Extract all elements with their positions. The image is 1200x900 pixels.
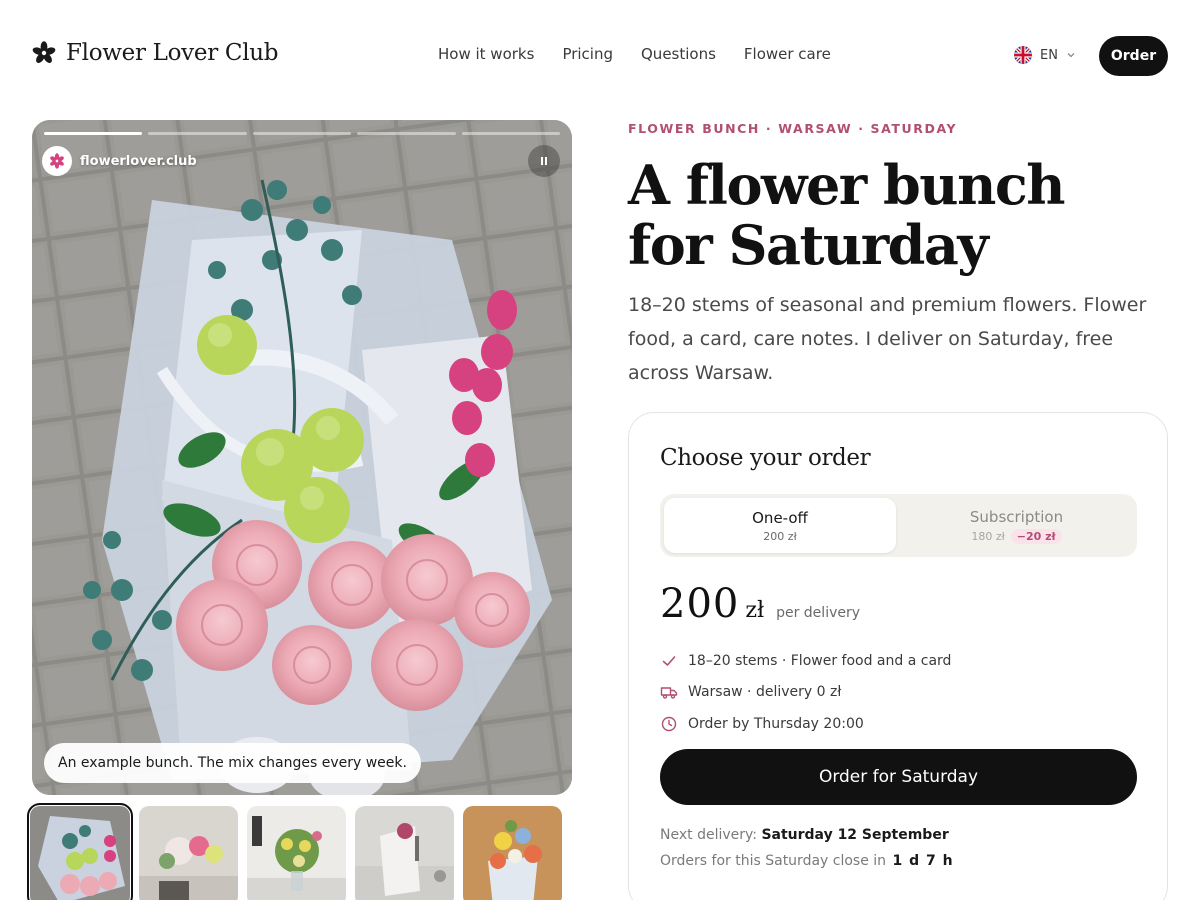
- language-label: EN: [1040, 47, 1058, 63]
- option-price: 200 zł: [763, 530, 796, 543]
- order-type-toggle: One-off 200 zł Subscription 180 zł −20 z…: [660, 494, 1137, 557]
- truck-icon: [660, 687, 678, 699]
- brand-name: Flower Lover Club: [66, 40, 279, 66]
- option-label: Subscription: [969, 507, 1064, 526]
- order-deadline-countdown: 1 d 7 h: [892, 853, 954, 869]
- next-delivery-label: Next delivery:: [660, 827, 757, 843]
- feature-item: Order by Thursday 20:00: [660, 708, 951, 740]
- feature-list: 18–20 stems · Flower food and a card War…: [660, 645, 951, 740]
- thumbnail-1[interactable]: [27, 803, 133, 900]
- price-unit: per delivery: [776, 605, 861, 621]
- title-line-2: for Saturday: [628, 213, 989, 277]
- pause-icon: [545, 157, 547, 165]
- next-delivery-date: Saturday 12 September: [761, 827, 949, 843]
- site-header: Flower Lover Club How it works Pricing Q…: [0, 0, 1200, 112]
- header-order-button[interactable]: Order: [1099, 36, 1168, 76]
- price-display: 200 zł per delivery: [660, 581, 860, 627]
- thumbnail-strip: [27, 803, 562, 900]
- option-price: 180 zł −20 zł: [971, 528, 1062, 544]
- price-amount: 200: [660, 581, 740, 627]
- story-segment-fill: [44, 132, 143, 135]
- title-line-1: A flower bunch: [628, 153, 1065, 217]
- avatar: [42, 146, 72, 176]
- feature-item: 18–20 stems · Flower food and a card: [660, 645, 951, 677]
- thumbnail-image: [247, 806, 346, 900]
- thumbnail-image: [30, 806, 130, 900]
- order-deadline-label: Orders for this Saturday close in: [660, 853, 887, 869]
- bouquet-photo: [32, 120, 572, 795]
- hero-image[interactable]: flowerlover.club An example bunch. The m…: [32, 120, 572, 795]
- feature-text: 18–20 stems · Flower food and a card: [688, 652, 952, 669]
- nav-questions[interactable]: Questions: [641, 45, 716, 63]
- clock-icon: [661, 716, 677, 731]
- order-card-title: Choose your order: [660, 445, 871, 471]
- flower-logo-icon: [32, 41, 56, 63]
- thumbnail-3[interactable]: [247, 806, 346, 900]
- story-segment: [357, 132, 456, 135]
- pause-icon: [541, 157, 543, 165]
- product-eyebrow: FLOWER BUNCH · WARSAW · SATURDAY: [628, 121, 958, 136]
- chevron-down-icon: [1067, 53, 1075, 58]
- story-segment: [252, 132, 352, 135]
- price-currency: zł: [745, 598, 765, 623]
- account-handle-label: flowerlover.club: [80, 153, 197, 169]
- feature-text: Order by Thursday 20:00: [688, 715, 864, 732]
- thumbnail-2[interactable]: [139, 806, 238, 900]
- thumbnail-image: [139, 806, 238, 900]
- option-subscription[interactable]: Subscription 180 zł −20 zł: [900, 498, 1133, 553]
- option-price-value: 200 zł: [763, 529, 797, 543]
- flower-logo-icon: [50, 153, 64, 169]
- next-delivery: Next delivery: Saturday 12 September: [660, 827, 949, 843]
- story-segment: [148, 132, 247, 135]
- uk-flag-icon: [1014, 46, 1032, 64]
- discount-badge: −20 zł: [1010, 528, 1062, 544]
- feature-text: Warsaw · delivery 0 zł: [688, 684, 842, 701]
- main-nav: How it works Pricing Questions Flower ca…: [438, 45, 831, 63]
- language-selector[interactable]: EN: [1014, 46, 1076, 64]
- account-handle[interactable]: flowerlover.club: [42, 146, 197, 176]
- nav-pricing[interactable]: Pricing: [562, 45, 613, 63]
- feature-item: Warsaw · delivery 0 zł: [660, 677, 951, 709]
- check-icon: [662, 655, 676, 666]
- option-one-off[interactable]: One-off 200 zł: [664, 498, 896, 553]
- story-segment: [44, 132, 143, 135]
- thumbnail-image: [355, 806, 454, 900]
- thumbnail-image: [463, 806, 562, 900]
- thumbnail-5[interactable]: [463, 806, 562, 900]
- story-segment: [461, 132, 561, 135]
- order-card: Choose your order One-off 200 zł Subscri…: [628, 412, 1168, 900]
- image-caption: An example bunch. The mix changes every …: [44, 743, 421, 783]
- brand-logo[interactable]: Flower Lover Club: [32, 40, 278, 66]
- story-progress: [44, 132, 561, 135]
- thumbnail-4[interactable]: [355, 806, 454, 900]
- option-label: One-off: [752, 508, 808, 527]
- order-deadline: Orders for this Saturday close in 1 d 7 …: [660, 853, 954, 869]
- product-description: 18–20 stems of seasonal and premium flow…: [628, 294, 1147, 384]
- page-title: A flower bunch for Saturday: [628, 155, 1188, 275]
- nav-how-it-works[interactable]: How it works: [438, 45, 534, 63]
- pause-button[interactable]: [528, 145, 560, 177]
- option-price-value: 180 zł: [971, 529, 1005, 543]
- nav-flower-care[interactable]: Flower care: [744, 45, 831, 63]
- order-for-saturday-button[interactable]: Order for Saturday: [660, 749, 1137, 805]
